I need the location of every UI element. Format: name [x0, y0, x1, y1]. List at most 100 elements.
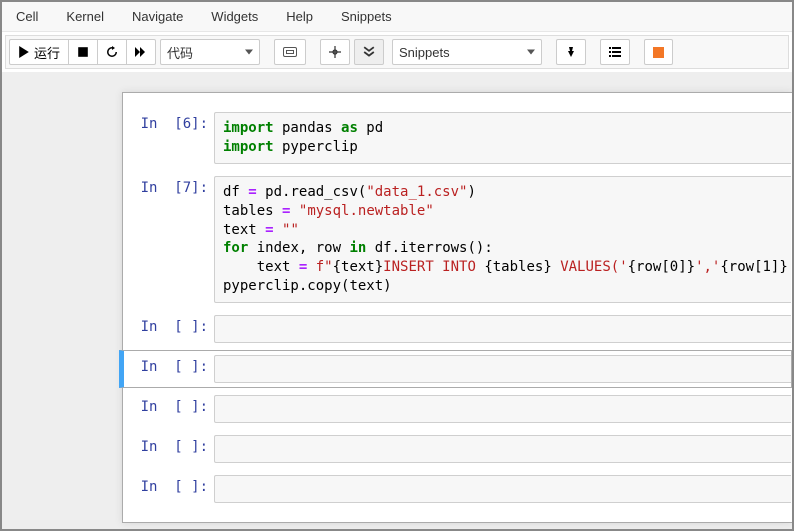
code-cell[interactable]: In [ ]:: [123, 430, 792, 468]
code-token: read_csv(: [290, 184, 366, 200]
run-group: 运行: [9, 39, 156, 65]
code-token: [307, 259, 315, 275]
code-token: text: [223, 259, 299, 275]
celltype-selected: 代码: [167, 43, 193, 62]
cell-prompt: In [6]:: [124, 112, 214, 164]
code-token: "": [282, 222, 299, 238]
restart-button[interactable]: [97, 39, 127, 65]
notebook-container: In [6]:import pandas as pdimport pypercl…: [2, 72, 792, 531]
pin-icon: [565, 46, 577, 58]
code-token: ): [467, 184, 475, 200]
snippets-selected: Snippets: [399, 45, 450, 60]
toc-button[interactable]: [600, 39, 630, 65]
chevron-double-down-icon: [363, 46, 375, 58]
code-token: {row[0]}: [628, 259, 695, 275]
code-token: [274, 222, 282, 238]
cell-prompt: In [ ]:: [124, 395, 214, 423]
code-token: index, row: [248, 240, 349, 256]
code-token: as: [341, 120, 358, 136]
notebook: In [6]:import pandas as pdimport pypercl…: [122, 92, 792, 523]
menu-help[interactable]: Help: [272, 5, 327, 28]
menu-kernel[interactable]: Kernel: [52, 5, 118, 28]
toolbar: 运行 代码 Snippets: [5, 35, 789, 69]
code-token: text: [223, 222, 265, 238]
refresh-icon: [106, 46, 118, 58]
code-token: pd: [358, 120, 383, 136]
list-icon: [609, 46, 621, 58]
code-cell[interactable]: In [6]:import pandas as pdimport pypercl…: [123, 107, 792, 169]
code-line: tables = "mysql.newtable": [223, 202, 783, 221]
code-token: =: [265, 222, 273, 238]
code-token: [290, 203, 298, 219]
cell-input[interactable]: df = pd.read_csv("data_1.csv")tables = "…: [214, 176, 791, 303]
cell-input[interactable]: [214, 355, 791, 383]
menu-navigate[interactable]: Navigate: [118, 5, 197, 28]
code-token: df: [366, 240, 391, 256]
fast-forward-icon: [135, 46, 147, 58]
code-cell[interactable]: In [ ]:: [123, 390, 792, 428]
cell-input[interactable]: [214, 475, 791, 503]
code-token: {row[1]}: [720, 259, 787, 275]
cell-prompt: In [ ]:: [124, 355, 214, 383]
code-line: df = pd.read_csv("data_1.csv"): [223, 183, 783, 202]
code-token: import: [223, 120, 274, 136]
code-token: ',': [788, 259, 791, 275]
keyboard-icon: [283, 47, 297, 57]
cell-input[interactable]: [214, 435, 791, 463]
cell-input[interactable]: import pandas as pdimport pyperclip: [214, 112, 791, 164]
restart-run-all-button[interactable]: [126, 39, 156, 65]
code-cell[interactable]: In [ ]:: [123, 310, 792, 348]
variable-inspector-button[interactable]: [320, 39, 350, 65]
stop-icon: [77, 46, 89, 58]
square-icon: [653, 47, 664, 58]
code-line: import pandas as pd: [223, 119, 783, 138]
menubar: Cell Kernel Navigate Widgets Help Snippe…: [2, 2, 792, 32]
run-label: 运行: [34, 43, 60, 62]
snippets-select[interactable]: Snippets: [392, 39, 542, 65]
menu-snippets[interactable]: Snippets: [327, 5, 406, 28]
code-token: in: [349, 240, 366, 256]
code-token: tables: [223, 203, 282, 219]
cell-prompt: In [ ]:: [124, 435, 214, 463]
code-token: copy(text): [307, 278, 391, 294]
code-token: pyperclip: [274, 139, 358, 155]
cell-prompt: In [ ]:: [124, 315, 214, 343]
code-token: {text}: [333, 259, 384, 275]
code-line: text = "": [223, 221, 783, 240]
crosshair-icon: [329, 46, 341, 58]
code-cell[interactable]: In [ ]:: [123, 470, 792, 508]
command-palette-button[interactable]: [274, 39, 306, 65]
run-button[interactable]: 运行: [9, 39, 69, 65]
code-token: import: [223, 139, 274, 155]
code-line: text = f"{text}INSERT INTO {tables} VALU…: [223, 258, 783, 277]
code-token: .: [392, 240, 400, 256]
code-token: for: [223, 240, 248, 256]
code-token: pyperclip: [223, 278, 299, 294]
code-token: df: [223, 184, 248, 200]
toggle-toolbar-button[interactable]: [354, 39, 384, 65]
cell-prompt: In [7]:: [124, 176, 214, 303]
code-token: "data_1.csv": [366, 184, 467, 200]
cell-prompt: In [ ]:: [124, 475, 214, 503]
celltype-select[interactable]: 代码: [160, 39, 260, 65]
code-token: "mysql.newtable": [299, 203, 434, 219]
cell-input[interactable]: [214, 395, 791, 423]
code-token: pd: [257, 184, 282, 200]
menu-cell[interactable]: Cell: [2, 5, 52, 28]
code-token: f": [316, 259, 333, 275]
code-token: INSERT INTO: [383, 259, 484, 275]
code-line: for index, row in df.iterrows():: [223, 239, 783, 258]
interrupt-button[interactable]: [68, 39, 98, 65]
code-token: ',': [695, 259, 720, 275]
code-cell[interactable]: In [7]:df = pd.read_csv("data_1.csv")tab…: [123, 171, 792, 308]
cell-input[interactable]: [214, 315, 791, 343]
code-cell[interactable]: In [ ]:: [119, 350, 792, 388]
code-line: import pyperclip: [223, 138, 783, 157]
menu-widgets[interactable]: Widgets: [197, 5, 272, 28]
pin-button[interactable]: [556, 39, 586, 65]
code-token: {tables}: [484, 259, 551, 275]
code-token: VALUES(': [552, 259, 628, 275]
jupyter-logo-button[interactable]: [644, 39, 673, 65]
play-icon: [18, 46, 30, 58]
code-token: =: [248, 184, 256, 200]
